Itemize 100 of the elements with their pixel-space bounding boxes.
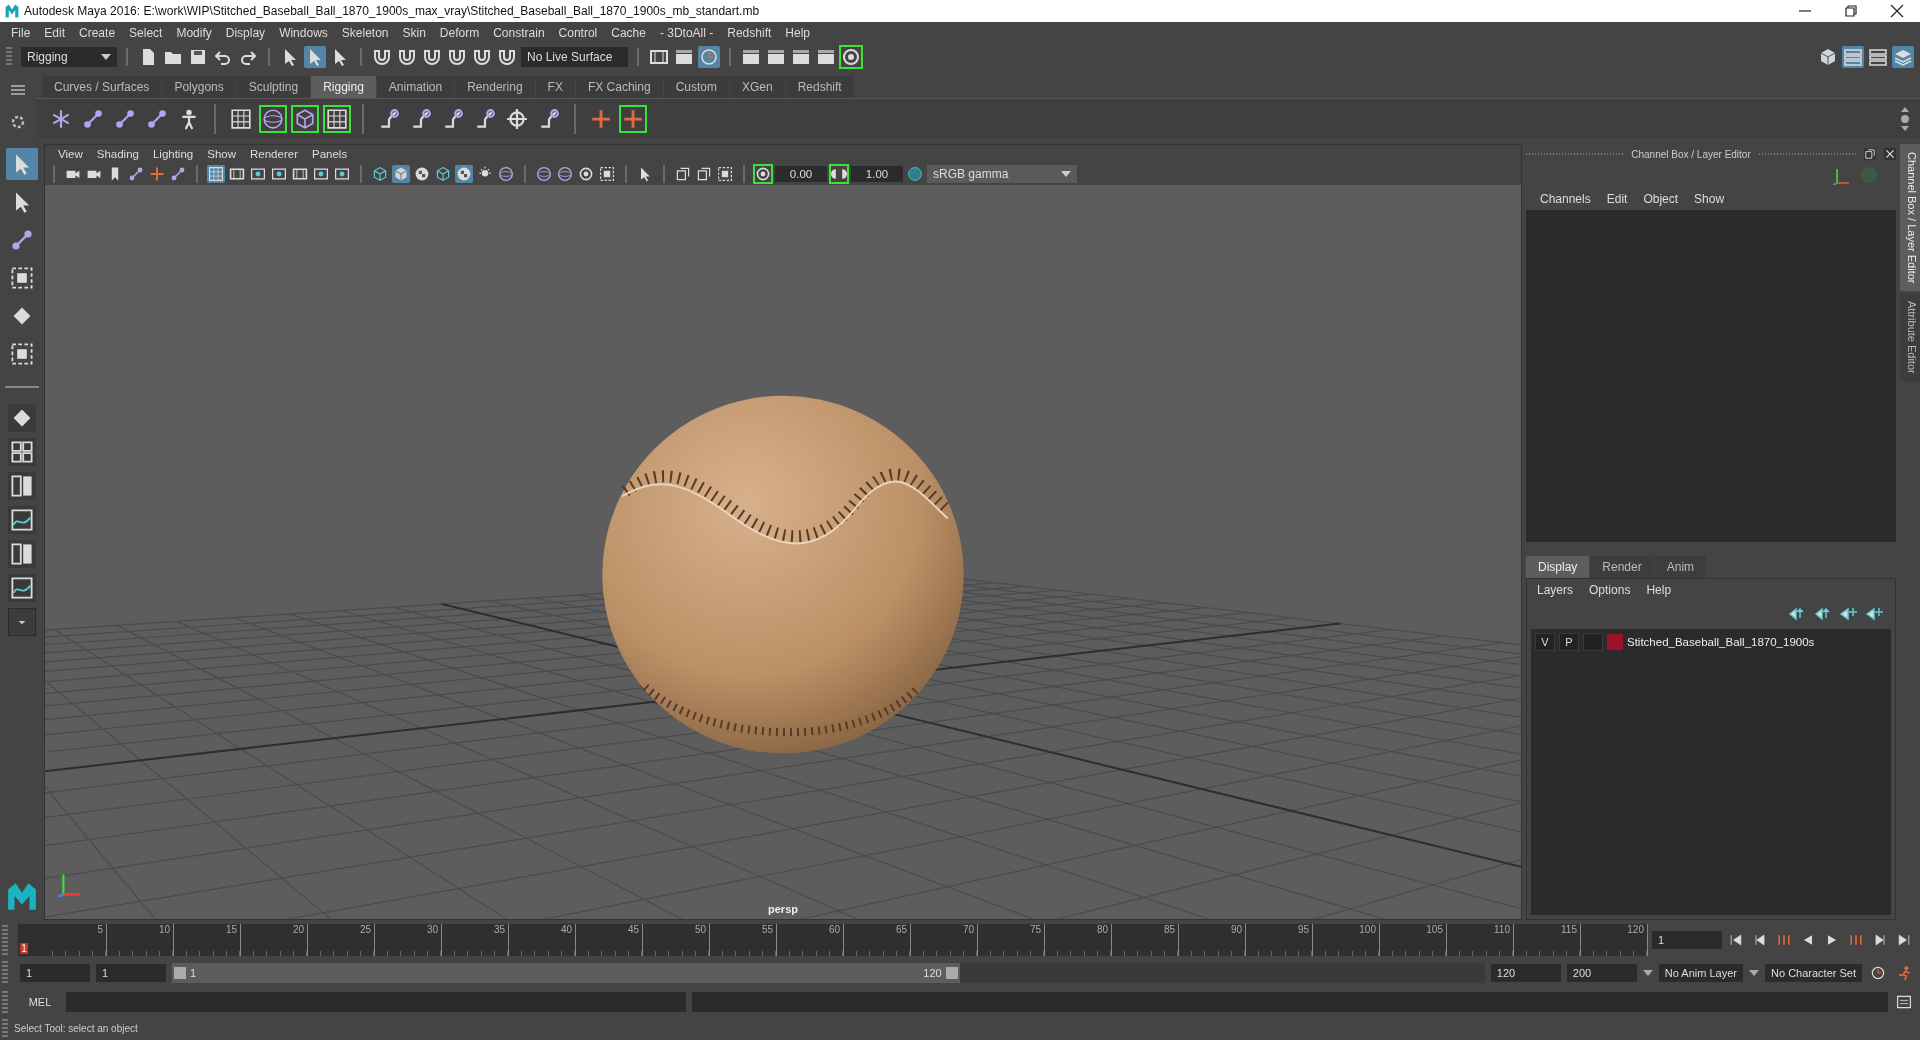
panel-menu-item[interactable]: Lighting (145, 148, 201, 160)
shelf-tab[interactable]: XGen (729, 76, 785, 98)
aperture-icon[interactable] (577, 165, 595, 183)
menu-item[interactable]: Cache (604, 26, 653, 40)
playback-end-field[interactable]: 120 (1490, 964, 1561, 982)
panel-menu-item[interactable]: Panels (304, 148, 355, 160)
menu-item[interactable]: Skin (395, 26, 433, 40)
wireframe-cube-icon[interactable] (371, 165, 389, 183)
shelf-tab[interactable]: Sculpting (236, 76, 311, 98)
panel-menu-item[interactable]: Layers (1529, 583, 1582, 597)
wireframe-cube-icon[interactable] (434, 165, 452, 183)
four-pane-layout-icon[interactable] (8, 438, 36, 466)
panel-menu-item[interactable]: Show (1686, 192, 1733, 206)
menu-item[interactable]: - 3DtoAll - (652, 26, 721, 40)
menu-set-dropdown[interactable]: Rigging (21, 47, 117, 67)
panel-menu-item[interactable]: Help (1638, 583, 1680, 597)
panel-menu-item[interactable]: Channels (1532, 192, 1599, 206)
square-icon[interactable] (598, 165, 616, 183)
aperture-icon[interactable] (840, 46, 862, 68)
graph-layout-icon[interactable] (8, 574, 36, 602)
layer-editor-tab[interactable]: Display (1526, 556, 1590, 578)
menu-item[interactable]: File (4, 26, 38, 40)
panel-menu-item[interactable]: Options (1581, 583, 1639, 597)
film-frame-icon[interactable] (291, 165, 309, 183)
live-surface-field[interactable]: No Live Surface (521, 47, 628, 67)
sphere-icon[interactable] (556, 165, 574, 183)
checker-sphere-icon[interactable] (455, 165, 473, 183)
panel-menu-item[interactable]: Renderer (243, 148, 305, 160)
exposure-field[interactable]: 0.00 (775, 166, 827, 182)
two-pane-layout-icon[interactable] (8, 540, 36, 568)
grid-icon[interactable] (324, 105, 350, 132)
panel-menu-item[interactable]: Show (200, 148, 243, 160)
menu-item[interactable]: Edit (37, 26, 73, 40)
menu-item[interactable]: Help (778, 26, 817, 40)
cross-icon[interactable] (148, 165, 166, 183)
start-frame-field[interactable]: 1 (20, 964, 90, 982)
menu-item[interactable]: Constrain (486, 26, 552, 40)
shelf-tab[interactable]: Custom (663, 76, 729, 98)
3d-viewport[interactable]: persp (45, 185, 1521, 919)
close-icon[interactable] (1884, 148, 1896, 160)
sphere-icon[interactable] (260, 105, 286, 132)
cursor-icon[interactable] (304, 46, 326, 68)
current-frame-marker[interactable]: 1 (20, 943, 28, 954)
layers-icon[interactable] (1892, 46, 1914, 68)
shelf-tab[interactable]: Redshift (785, 76, 854, 98)
playback-start-field[interactable]: 1 (96, 964, 166, 982)
graph-layout-icon[interactable] (8, 506, 36, 534)
menu-item[interactable]: Select (122, 26, 170, 40)
checker-sphere-icon[interactable] (413, 165, 431, 183)
shelf-tab[interactable]: Animation (376, 76, 455, 98)
command-input-field[interactable] (66, 992, 686, 1012)
cube-icon[interactable] (392, 165, 410, 183)
sphere-icon[interactable] (535, 165, 553, 183)
panel-menu-item[interactable]: View (51, 148, 90, 160)
menu-item[interactable]: Control (551, 26, 605, 40)
range-handle[interactable] (174, 967, 186, 979)
command-language-label[interactable]: MEL (20, 996, 60, 1008)
joint-icon[interactable] (127, 165, 145, 183)
menu-item[interactable]: Create (72, 26, 123, 40)
aperture-icon[interactable] (754, 165, 772, 183)
visibility-toggle[interactable]: V (1535, 633, 1555, 651)
shelf-tab[interactable]: FX Caching (575, 76, 663, 98)
gamma-field[interactable]: 1.00 (851, 166, 903, 182)
layer-editor-tab[interactable]: Anim (1654, 556, 1707, 578)
select-tool-icon[interactable] (6, 148, 38, 180)
layer-color-swatch[interactable] (1607, 634, 1623, 650)
grid-icon[interactable] (207, 165, 225, 183)
wireframe-cube-icon[interactable] (292, 105, 318, 132)
gamma-icon[interactable] (830, 165, 848, 183)
panel-menu-item[interactable]: Object (1635, 192, 1687, 206)
menu-item[interactable]: Windows (272, 26, 335, 40)
color-space-dropdown[interactable]: sRGB gamma (927, 165, 1077, 183)
square-icon[interactable] (716, 165, 734, 183)
time-slider[interactable]: 1 5 10 15 20 25 30 35 40 45 50 55 60 65 70 75 80 85 90 95 100 105 110 115 120 (18, 924, 1648, 956)
side-tab[interactable]: Attribute Editor (1900, 293, 1920, 383)
float-icon[interactable] (1864, 148, 1876, 160)
menu-item[interactable]: Deform (432, 26, 487, 40)
side-tab[interactable]: Channel Box / Layer Editor (1900, 144, 1920, 292)
layer-name[interactable]: Stitched_Baseball_Ball_1870_1900s (1627, 636, 1815, 648)
menu-item[interactable]: Display (218, 26, 273, 40)
shelf-tab[interactable]: Curves / Surfaces (42, 76, 162, 98)
shelf-tab[interactable]: FX (535, 76, 575, 98)
sphere-icon[interactable] (497, 165, 515, 183)
panel-menu-item[interactable]: Edit (1598, 192, 1636, 206)
cross-icon[interactable] (620, 105, 646, 132)
clock-icon[interactable] (698, 46, 720, 68)
color-management-icon[interactable] (906, 165, 924, 183)
menu-item[interactable]: Modify (169, 26, 219, 40)
layer-editor-tab[interactable]: Render (1590, 556, 1654, 578)
panel-menu-item[interactable]: Shading (89, 148, 146, 160)
end-frame-field[interactable]: 200 (1566, 964, 1637, 982)
range-slider[interactable]: 1 120 (172, 963, 1485, 983)
float-icon[interactable] (674, 165, 692, 183)
menu-item[interactable]: Redshift (720, 26, 779, 40)
current-frame-field[interactable]: 1 (1652, 931, 1722, 949)
reference-toggle[interactable] (1583, 633, 1603, 651)
float-icon[interactable] (695, 165, 713, 183)
film-frame-icon[interactable] (228, 165, 246, 183)
panel-layout-icon[interactable] (1867, 46, 1889, 68)
shelf-tab[interactable]: Rendering (455, 76, 535, 98)
